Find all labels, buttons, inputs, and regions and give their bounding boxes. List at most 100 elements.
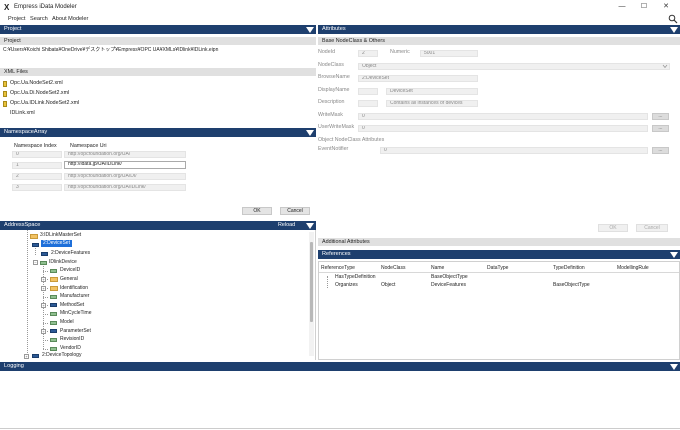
description-label: Description (318, 99, 345, 105)
tree-node-parameter-set[interactable]: ParameterSet (60, 328, 91, 335)
namespace-header-label: NamespaceArray (4, 129, 48, 135)
address-space-header: AddressSpace (0, 221, 316, 230)
project-subheader: Project (0, 37, 316, 45)
tree-guide-line (43, 297, 48, 298)
tree-node-vendor-id[interactable]: VendorID (60, 345, 81, 352)
namespace-uri-field: http://opcfoundation.org/UA/IDLink/ (64, 184, 186, 191)
description-field: Contains all instances of devices (386, 100, 478, 107)
triangle-down-icon[interactable] (306, 130, 314, 136)
project-header-label: Project (4, 26, 22, 32)
nodeid-value-field: 5001 (420, 50, 478, 57)
namespace-uri-input[interactable]: http://idata.jp/UA/IDLink/ (64, 161, 186, 169)
scrollbar-thumb[interactable] (310, 242, 313, 322)
logging-header: Logging (0, 362, 680, 371)
variable-node-icon (50, 269, 57, 273)
reference-name-cell: DeviceFeatures (431, 282, 467, 288)
xml-file-item[interactable]: Opc.Ua.IDLink.NodeSet2.xml (10, 100, 79, 107)
object-node-icon (32, 243, 39, 247)
menu-project[interactable]: Project (8, 15, 25, 23)
search-icon[interactable] (668, 14, 678, 24)
collapse-icon[interactable]: − (33, 260, 38, 265)
minimize-button[interactable]: — (612, 2, 632, 12)
tree-node-idlink-masterset[interactable]: 3:IDLinkMasterSet (40, 232, 81, 239)
address-space-tree: 3:IDLinkMasterSet 2:DeviceSet 2:DeviceFe… (0, 230, 316, 360)
tree-guide-line (43, 314, 48, 315)
attributes-header: Attributes (318, 25, 680, 34)
expand-icon[interactable]: + (41, 303, 46, 308)
userwritemask-ellipsis-button[interactable]: ... (652, 125, 669, 132)
expand-icon[interactable]: + (41, 329, 46, 334)
tree-node-general[interactable]: General (60, 276, 78, 283)
expand-icon[interactable]: + (41, 286, 46, 291)
xml-file-item[interactable]: Opc.Ua.NodeSet2.xml (10, 80, 63, 87)
logging-area[interactable] (0, 371, 680, 429)
namespace-index-field: 1 (12, 162, 62, 169)
tree-node-min-cycle-time[interactable]: MinCycleTime (60, 310, 91, 317)
triangle-down-icon[interactable] (306, 27, 314, 33)
triangle-down-icon[interactable] (670, 27, 678, 33)
tree-node-method-set[interactable]: MethodSet (60, 302, 84, 309)
tree-node-device-id[interactable]: DeviceID (60, 267, 80, 274)
attributes-ok-button[interactable]: OK (598, 224, 628, 232)
attributes-header-label: Attributes (322, 26, 346, 32)
tree-node-model[interactable]: Model (60, 319, 74, 326)
column-nodeclass[interactable]: NodeClass (381, 265, 405, 272)
menu-search[interactable]: Search (30, 15, 48, 23)
column-reference-type[interactable]: ReferenceType (321, 265, 355, 272)
maximize-button[interactable]: ☐ (634, 2, 654, 12)
reference-nodeclass-cell: Object (381, 282, 396, 288)
tree-node-idlink-device[interactable]: IDlinkDevice (49, 259, 77, 266)
tree-node-device-topology[interactable]: 2:DeviceTopology (42, 352, 81, 359)
expand-icon[interactable]: + (24, 354, 29, 359)
menu-about[interactable]: About Modeler (52, 15, 88, 23)
chevron-down-icon (662, 64, 668, 69)
eventnotifier-field: 0 (380, 147, 648, 154)
userwritemask-field: 0 (358, 125, 648, 132)
object-node-icon (50, 329, 57, 333)
column-typedefinition[interactable]: TypeDefinition (553, 265, 585, 272)
tree-node-identification[interactable]: Identification (60, 285, 88, 292)
writemask-ellipsis-button[interactable]: ... (652, 113, 669, 120)
variable-node-icon (50, 321, 57, 325)
table-row[interactable]: Organizes Object DeviceFeatures BaseObje… (319, 282, 679, 291)
xml-file-item[interactable]: IDLink.xml (10, 110, 35, 117)
tree-guide-line (43, 323, 48, 324)
nodeid-namespace-field: 2 (358, 50, 378, 57)
tree-node-device-features[interactable]: 2:DeviceFeatures (51, 250, 90, 257)
tree-guide-line (43, 271, 48, 272)
displayname-field: DeviceSet (386, 88, 478, 95)
column-modellingrule[interactable]: ModellingRule (617, 265, 649, 272)
tree-node-revision-id[interactable]: RevisionID (60, 336, 84, 343)
variable-node-icon (50, 312, 57, 316)
triangle-down-icon[interactable] (306, 223, 314, 229)
expand-icon[interactable]: + (41, 277, 46, 282)
variable-node-icon (50, 338, 57, 342)
eventnotifier-ellipsis-button[interactable]: ... (652, 147, 669, 154)
namespace-cancel-button[interactable]: Cancel (280, 207, 310, 215)
tree-node-manufacturer[interactable]: Manufacturer (60, 293, 89, 300)
nodeclass-select: Object (358, 63, 670, 70)
namespace-header: NamespaceArray (0, 128, 316, 137)
xml-file-item[interactable]: Opc.Ua.Di.NodeSet2.xml (10, 90, 69, 97)
reference-typedef-cell: BaseObjectType (553, 282, 590, 288)
triangle-down-icon[interactable] (670, 252, 678, 258)
column-name[interactable]: Name (431, 265, 444, 272)
reload-button[interactable]: Reload (278, 221, 295, 230)
folder-icon (30, 234, 38, 239)
window-title: Empress iData Modeler (14, 4, 77, 10)
object-node-icon (40, 261, 47, 265)
column-datatype[interactable]: DataType (487, 265, 508, 272)
object-attributes-label: Object NodeClass Attributes (318, 137, 385, 143)
nodeid-type-label: Numeric (390, 49, 410, 55)
address-space-scrollbar[interactable] (309, 232, 314, 356)
address-space-header-label: AddressSpace (4, 222, 41, 228)
tree-node-deviceset[interactable]: 2:DeviceSet (41, 240, 72, 247)
browsename-field: 2:DeviceSet (358, 75, 478, 82)
close-button[interactable]: ✕ (656, 2, 676, 12)
references-table: ReferenceType NodeClass Name DataType Ty… (318, 261, 680, 360)
triangle-down-icon[interactable] (670, 364, 678, 370)
attributes-cancel-button[interactable]: Cancel (636, 224, 668, 232)
xml-file-icon (3, 91, 7, 97)
tree-guide-line (43, 340, 48, 341)
namespace-ok-button[interactable]: OK (242, 207, 272, 215)
